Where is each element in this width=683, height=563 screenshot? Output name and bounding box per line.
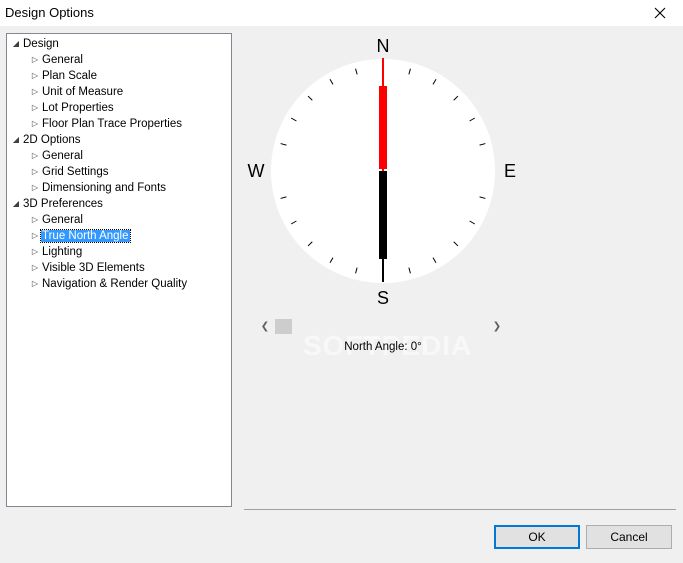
expanded-arrow-icon[interactable]: ◢ bbox=[10, 36, 22, 52]
tree-item-plan-scale[interactable]: ▷ Plan Scale bbox=[29, 68, 98, 84]
tree-item-dimensioning-fonts[interactable]: ▷ Dimensioning and Fonts bbox=[29, 180, 167, 196]
ok-button[interactable]: OK bbox=[494, 525, 580, 549]
compass-east-label: E bbox=[504, 161, 516, 181]
collapsed-arrow-icon: ▷ bbox=[31, 119, 39, 128]
tree-node-2d-options[interactable]: ◢ 2D Options bbox=[10, 132, 82, 148]
compass-north-label: N bbox=[377, 36, 390, 56]
close-icon bbox=[654, 7, 666, 19]
collapsed-arrow-icon: ▷ bbox=[31, 55, 39, 64]
compass-dial[interactable]: N S E W bbox=[244, 34, 522, 310]
collapsed-arrow-icon: ▷ bbox=[31, 263, 39, 272]
window-title: Design Options bbox=[5, 5, 94, 20]
tree-item-lot-properties[interactable]: ▷ Lot Properties bbox=[29, 100, 115, 116]
tree-item-3d-general[interactable]: ▷ General bbox=[29, 212, 84, 228]
tree-item-grid-settings[interactable]: ▷ Grid Settings bbox=[29, 164, 109, 180]
collapsed-arrow-icon: ▷ bbox=[31, 87, 39, 96]
tree-item-true-north-angle[interactable]: ▷ True North Angle bbox=[29, 228, 131, 244]
collapsed-arrow-icon: ▷ bbox=[31, 279, 39, 288]
tree-item-visible-3d-elements[interactable]: ▷ Visible 3D Elements bbox=[29, 260, 146, 276]
tree-item-design-general[interactable]: ▷ General bbox=[29, 52, 84, 68]
north-angle-scrollbar[interactable]: ❮ ❯ bbox=[258, 318, 504, 335]
collapsed-arrow-icon: ▷ bbox=[31, 183, 39, 192]
collapsed-arrow-icon: ▷ bbox=[31, 103, 39, 112]
collapsed-arrow-icon: ▷ bbox=[31, 167, 39, 176]
collapsed-arrow-icon: ▷ bbox=[31, 231, 39, 240]
cancel-button[interactable]: Cancel bbox=[586, 525, 672, 549]
tree-item-2d-general[interactable]: ▷ General bbox=[29, 148, 84, 164]
compass-west-label: W bbox=[248, 161, 265, 181]
close-button[interactable] bbox=[637, 0, 683, 26]
scrollbar-thumb[interactable] bbox=[275, 319, 292, 334]
tree-node-3d-preferences[interactable]: ◢ 3D Preferences bbox=[10, 196, 104, 212]
expanded-arrow-icon[interactable]: ◢ bbox=[10, 132, 22, 148]
scroll-right-icon[interactable]: ❯ bbox=[490, 318, 504, 335]
options-tree[interactable]: ◢ Design ▷ General ▷ Plan Scale ▷ Unit of Me… bbox=[6, 33, 232, 507]
tree-item-unit-of-measure[interactable]: ▷ Unit of Measure bbox=[29, 84, 124, 100]
north-angle-readout: North Angle: 0° bbox=[344, 341, 422, 353]
tree-item-lighting[interactable]: ▷ Lighting bbox=[29, 244, 83, 260]
scroll-left-icon[interactable]: ❮ bbox=[258, 318, 272, 335]
compass[interactable]: N S E W bbox=[244, 34, 522, 310]
footer-divider bbox=[244, 509, 676, 510]
title-bar: Design Options bbox=[0, 0, 683, 26]
collapsed-arrow-icon: ▷ bbox=[31, 247, 39, 256]
tree-item-navigation-render[interactable]: ▷ Navigation & Render Quality bbox=[29, 276, 188, 292]
collapsed-arrow-icon: ▷ bbox=[31, 71, 39, 80]
compass-south-label: S bbox=[377, 288, 389, 308]
collapsed-arrow-icon: ▷ bbox=[31, 151, 39, 160]
collapsed-arrow-icon: ▷ bbox=[31, 215, 39, 224]
tree-item-floor-plan-trace[interactable]: ▷ Floor Plan Trace Properties bbox=[29, 116, 183, 132]
tree-node-design[interactable]: ◢ Design bbox=[10, 36, 60, 52]
expanded-arrow-icon[interactable]: ◢ bbox=[10, 196, 22, 212]
